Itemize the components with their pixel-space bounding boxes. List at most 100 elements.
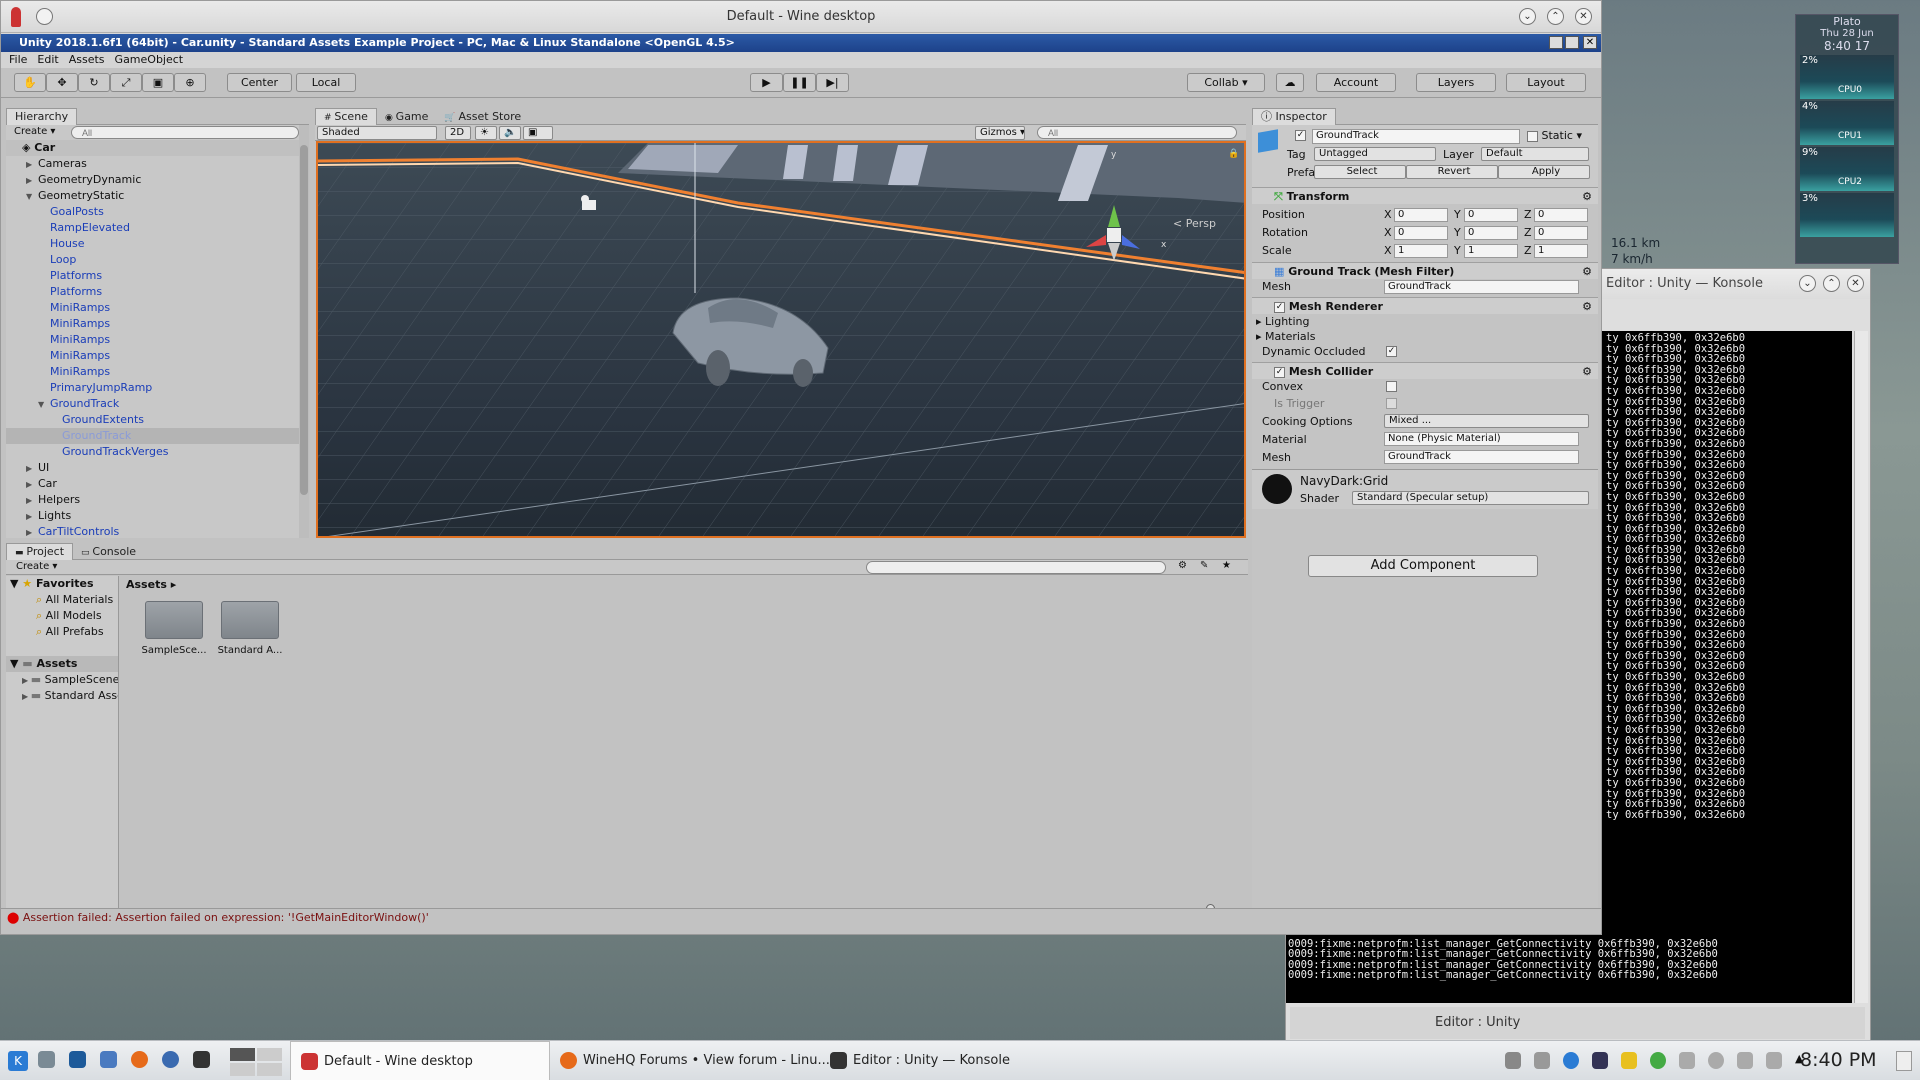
hand-tool-icon[interactable]: ✋ bbox=[14, 73, 46, 92]
pivot-local-button[interactable]: Local bbox=[296, 73, 356, 92]
filter-label-icon[interactable]: ✎ bbox=[1200, 560, 1208, 571]
expand-arrow-icon[interactable]: ▶ bbox=[26, 525, 38, 541]
mesh-renderer-header[interactable]: ✓ Mesh Renderer ⚙ bbox=[1252, 297, 1598, 314]
hierarchy-scrollbar[interactable] bbox=[299, 125, 309, 538]
konsole-scrollbar[interactable] bbox=[1854, 331, 1868, 1003]
wine-titlebar[interactable]: Default - Wine desktop ⌄ ⌃ ✕ bbox=[1, 1, 1601, 33]
calculator-icon[interactable] bbox=[100, 1051, 117, 1068]
mesh-filter-mesh-field[interactable]: GroundTrack bbox=[1384, 280, 1579, 294]
play-button[interactable]: ▶ bbox=[750, 73, 783, 92]
expand-arrow-icon[interactable]: ▶ bbox=[22, 676, 31, 685]
asset-tree-item[interactable]: ▶ ▬ Standard Assets bbox=[6, 688, 118, 704]
mesh-filter-header[interactable]: ▦ Ground Track (Mesh Filter) ⚙ bbox=[1252, 262, 1598, 279]
assets-root-row[interactable]: ▼ ▬ Assets bbox=[6, 656, 118, 672]
tab-asset-store[interactable]: 🛒 Asset Store bbox=[436, 109, 529, 126]
favorite-item[interactable]: ⌕ All Prefabs bbox=[6, 624, 118, 640]
expand-arrow-icon[interactable]: ▼ bbox=[26, 189, 38, 205]
hierarchy-item[interactable]: MiniRamps bbox=[6, 348, 309, 364]
wine-min-button[interactable]: ⌄ bbox=[1519, 8, 1536, 25]
unity-max-button[interactable] bbox=[1565, 36, 1579, 49]
expand-arrow-icon[interactable]: ▶ bbox=[22, 692, 31, 701]
wine-close-button[interactable]: ✕ bbox=[1575, 8, 1592, 25]
expand-arrow-icon[interactable]: ▶ bbox=[26, 173, 38, 189]
add-component-button[interactable]: Add Component bbox=[1308, 555, 1538, 577]
expand-arrow-icon[interactable]: ▶ bbox=[26, 493, 38, 509]
hierarchy-item[interactable]: ▶ Helpers bbox=[6, 492, 309, 508]
tab-game[interactable]: ◉ Game bbox=[377, 109, 436, 126]
cooking-options-dropdown[interactable]: Mixed ... bbox=[1384, 414, 1589, 428]
hierarchy-item[interactable]: GoalPosts bbox=[6, 204, 309, 220]
transform-header[interactable]: ⤧ Transform ⚙ bbox=[1252, 187, 1598, 204]
favorite-item[interactable]: ⌕ All Models bbox=[6, 608, 118, 624]
tab-scene[interactable]: # Scene bbox=[315, 108, 377, 125]
mesh-collider-mesh-field[interactable]: GroundTrack bbox=[1384, 450, 1579, 464]
task-wine[interactable]: Default - Wine desktop bbox=[290, 1041, 550, 1080]
volume-icon[interactable] bbox=[1766, 1052, 1782, 1069]
konsole-min-button[interactable]: ⌄ bbox=[1799, 275, 1816, 292]
tab-inspector[interactable]: ⓘ Inspector bbox=[1252, 108, 1336, 125]
expand-arrow-icon[interactable]: ▶ bbox=[26, 461, 38, 477]
hierarchy-item[interactable]: ▶ Lights bbox=[6, 508, 309, 524]
task-konsole[interactable]: Editor : Unity — Konsole bbox=[830, 1041, 1010, 1080]
hierarchy-item[interactable]: Platforms bbox=[6, 284, 309, 300]
persp-label[interactable]: < Persp bbox=[1173, 217, 1216, 230]
mesh-collider-enabled-checkbox[interactable]: ✓ bbox=[1274, 366, 1285, 378]
clipboard-icon[interactable] bbox=[1534, 1052, 1550, 1069]
updates-icon[interactable] bbox=[1563, 1052, 1579, 1069]
wine-desktop-window[interactable]: Default - Wine desktop ⌄ ⌃ ✕ Unity 2018.… bbox=[0, 0, 1602, 935]
mesh-renderer-enabled-checkbox[interactable]: ✓ bbox=[1274, 301, 1285, 313]
hierarchy-item[interactable]: ▶ Car bbox=[6, 476, 309, 492]
layout-dropdown[interactable]: Layout bbox=[1506, 73, 1586, 92]
move-tool-icon[interactable]: ✥ bbox=[46, 73, 78, 92]
menu-edit[interactable]: Edit bbox=[32, 52, 63, 68]
step-button[interactable]: ▶| bbox=[816, 73, 849, 92]
audio-toggle-icon[interactable]: 🔈 bbox=[499, 126, 521, 140]
shading-dropdown[interactable]: Shaded bbox=[317, 126, 437, 140]
mode-2d-button[interactable]: 2D bbox=[445, 126, 471, 140]
notes-icon[interactable] bbox=[1621, 1052, 1637, 1069]
hierarchy-item[interactable]: Platforms bbox=[6, 268, 309, 284]
asset-folder[interactable]: SampleSce... bbox=[136, 601, 212, 656]
dynamic-occluded-checkbox[interactable]: ✓ bbox=[1386, 346, 1397, 357]
prefab-select-button[interactable]: Select bbox=[1314, 165, 1406, 179]
unity-close-button[interactable]: ✕ bbox=[1583, 36, 1597, 49]
static-checkbox[interactable]: Static ▾ bbox=[1527, 129, 1582, 142]
application-launcher-icon[interactable]: K bbox=[8, 1051, 28, 1071]
hierarchy-item[interactable]: MiniRamps bbox=[6, 316, 309, 332]
console-icon[interactable] bbox=[193, 1051, 210, 1068]
transform-y-field[interactable]: 1 bbox=[1464, 244, 1518, 258]
konsole-close-button[interactable]: ✕ bbox=[1847, 275, 1864, 292]
library-icon[interactable] bbox=[1592, 1052, 1608, 1069]
asset-tree-item[interactable]: ▶ ▬ SampleScenes bbox=[6, 672, 118, 688]
favorites-row[interactable]: ▼ ★ Favorites bbox=[6, 576, 118, 592]
hierarchy-item[interactable]: PrimaryJumpRamp bbox=[6, 380, 309, 396]
scale-tool-icon[interactable]: ⤢ bbox=[110, 73, 142, 92]
network-icon[interactable] bbox=[1650, 1052, 1666, 1069]
hierarchy-item[interactable]: ▼ GeometryStatic bbox=[6, 188, 309, 204]
assets-breadcrumb[interactable]: Assets ▸ bbox=[126, 578, 176, 591]
tab-project[interactable]: ▬ Project bbox=[6, 543, 74, 560]
convex-checkbox[interactable] bbox=[1386, 381, 1397, 392]
tab-hierarchy[interactable]: Hierarchy bbox=[6, 108, 78, 125]
hierarchy-item[interactable]: MiniRamps bbox=[6, 364, 309, 380]
hierarchy-item[interactable]: GroundTrack bbox=[6, 428, 309, 444]
materials-foldout[interactable]: ▸ Materials bbox=[1252, 329, 1598, 344]
pager[interactable] bbox=[230, 1048, 282, 1076]
hierarchy-create-button[interactable]: Create ▾ bbox=[14, 126, 55, 137]
favorite-item[interactable]: ⌕ All Materials bbox=[6, 592, 118, 608]
scene-root-row[interactable]: ◈ Car bbox=[6, 140, 309, 156]
clock[interactable]: 8:40 PM bbox=[1800, 1049, 1877, 1071]
hierarchy-item[interactable]: Loop bbox=[6, 252, 309, 268]
rect-tool-icon[interactable]: ▣ bbox=[142, 73, 174, 92]
transform-z-field[interactable]: 1 bbox=[1534, 244, 1588, 258]
status-bar[interactable]: ⬤ Assertion failed: Assertion failed on … bbox=[1, 908, 1601, 926]
hierarchy-item[interactable]: RampElevated bbox=[6, 220, 309, 236]
notifications-icon[interactable] bbox=[1679, 1052, 1695, 1069]
asset-folder[interactable]: Standard A... bbox=[212, 601, 288, 656]
lock-icon[interactable]: 🔒 bbox=[1228, 149, 1239, 159]
transform-z-field[interactable]: 0 bbox=[1534, 226, 1588, 240]
hierarchy-item[interactable]: ▶ CarTiltControls bbox=[6, 524, 309, 540]
component-settings-icon[interactable]: ⚙ bbox=[1582, 363, 1592, 380]
hierarchy-item[interactable]: ▼ GroundTrack bbox=[6, 396, 309, 412]
terminal-icon[interactable] bbox=[69, 1051, 86, 1068]
